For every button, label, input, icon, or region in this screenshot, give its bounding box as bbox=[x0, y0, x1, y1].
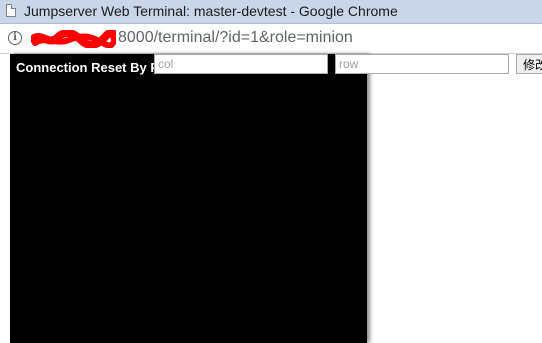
address-bar[interactable]: i 8000/terminal/?id=1&role=minion bbox=[0, 24, 542, 54]
terminal-output: Connection Reset By Pe bbox=[16, 60, 167, 75]
page-content: Connection Reset By Pe bbox=[0, 54, 542, 343]
page-icon bbox=[6, 4, 16, 17]
info-icon[interactable]: i bbox=[8, 31, 22, 45]
modify-button[interactable]: 修改 bbox=[516, 54, 542, 74]
window-title-bar: Jumpserver Web Terminal: master-devtest … bbox=[0, 0, 542, 24]
terminal-window[interactable]: Connection Reset By Pe bbox=[10, 54, 367, 343]
redacted-host-scribble bbox=[31, 30, 116, 48]
url-text[interactable]: 8000/terminal/?id=1&role=minion bbox=[118, 29, 353, 47]
row-input[interactable] bbox=[335, 54, 509, 74]
col-input[interactable] bbox=[154, 54, 328, 74]
window-title: Jumpserver Web Terminal: master-devtest … bbox=[24, 3, 398, 19]
